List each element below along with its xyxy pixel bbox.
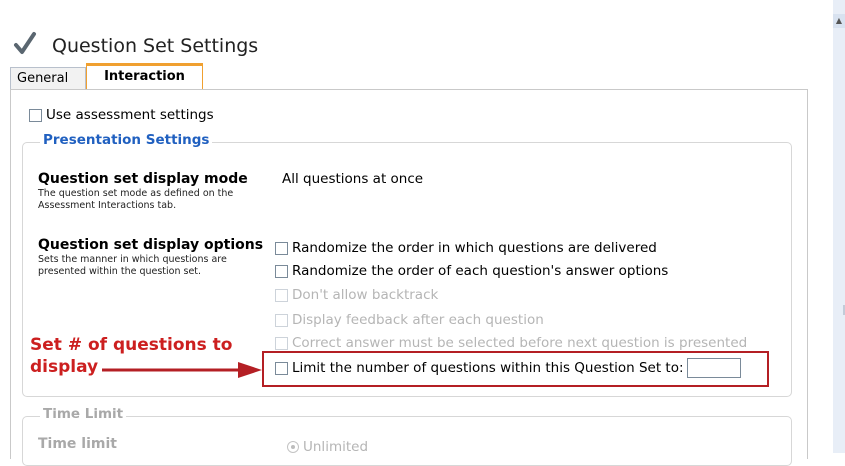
checkmark-icon — [10, 30, 40, 60]
tab-general[interactable]: General — [10, 67, 86, 89]
randomize-answers-label: Randomize the order of each question's a… — [292, 263, 669, 279]
display-feedback-checkbox — [275, 313, 288, 327]
tab-interaction[interactable]: Interaction — [86, 63, 203, 90]
presentation-legend: Presentation Settings — [40, 132, 213, 148]
correct-answer-label: Correct answer must be selected before n… — [292, 335, 748, 351]
unlimited-radio — [287, 441, 299, 453]
time-limit-legend: Time Limit — [40, 406, 127, 422]
use-assessment-label: Use assessment settings — [46, 107, 214, 123]
option-randomize-questions[interactable]: Randomize the order in which questions a… — [275, 240, 657, 256]
option-limit-questions[interactable]: Limit the number of questions within thi… — [275, 358, 741, 378]
limit-questions-checkbox[interactable] — [275, 361, 288, 375]
page-title: Question Set Settings — [52, 35, 259, 57]
option-display-feedback: Display feedback after each question — [275, 312, 544, 328]
option-no-backtrack: Don't allow backtrack — [275, 287, 438, 303]
display-mode-value: All questions at once — [282, 171, 424, 187]
option-randomize-answers[interactable]: Randomize the order of each question's a… — [275, 263, 668, 279]
display-mode-title: Question set display mode — [38, 171, 248, 187]
randomize-answers-checkbox[interactable] — [275, 264, 288, 278]
time-limit-title: Time limit — [38, 436, 117, 452]
display-feedback-label: Display feedback after each question — [292, 312, 544, 328]
limit-questions-input[interactable] — [686, 358, 741, 378]
display-mode-desc: The question set mode as defined on the … — [38, 188, 234, 211]
use-assessment-checkbox[interactable] — [29, 108, 42, 122]
no-backtrack-label: Don't allow backtrack — [292, 287, 439, 303]
correct-answer-checkbox — [275, 336, 288, 350]
randomize-questions-checkbox[interactable] — [275, 241, 288, 255]
callout-line1: Set # of questions to — [30, 335, 233, 355]
time-limit-fieldset — [22, 416, 792, 466]
option-correct-answer: Correct answer must be selected before n… — [275, 335, 747, 351]
use-assessment-row[interactable]: Use assessment settings — [29, 107, 214, 123]
callout-arrow-icon — [102, 362, 262, 378]
vertical-scrollbar[interactable] — [833, 0, 845, 453]
display-options-title: Question set display options — [38, 237, 264, 253]
display-options-desc: Sets the manner in which questions are p… — [38, 254, 227, 277]
randomize-questions-label: Randomize the order in which questions a… — [292, 240, 657, 256]
no-backtrack-checkbox — [275, 288, 288, 302]
limit-questions-label: Limit the number of questions within thi… — [292, 360, 684, 376]
scroll-up-icon[interactable]: ▲ — [833, 14, 845, 28]
